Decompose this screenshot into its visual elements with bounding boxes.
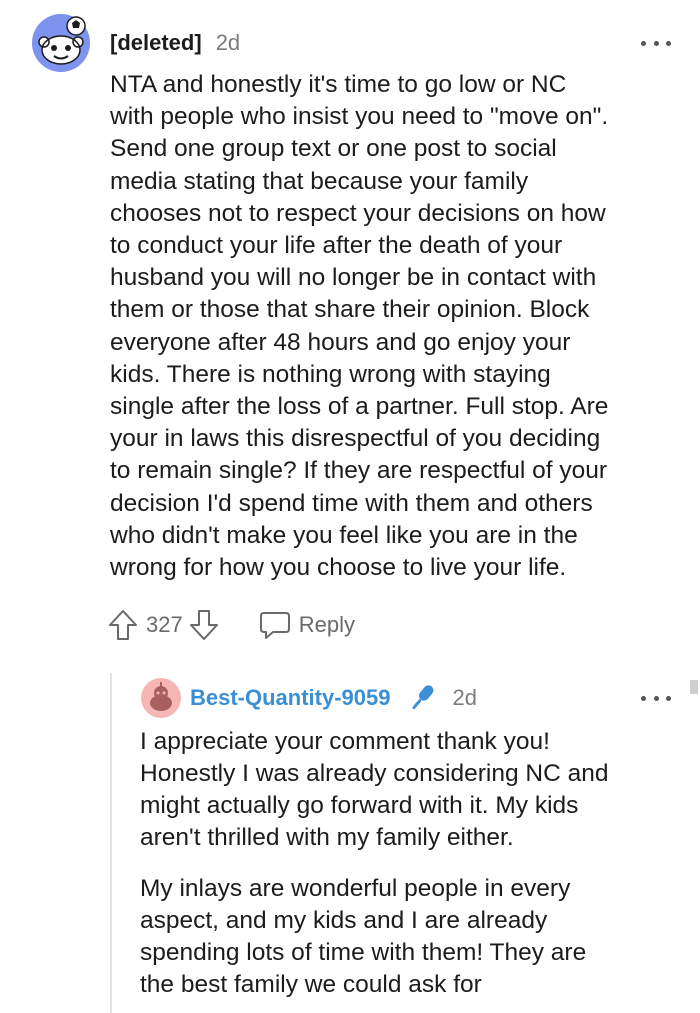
more-dot [641,40,646,46]
more-dot [641,695,646,701]
more-dot [653,695,659,701]
upvote-arrow-icon[interactable] [108,609,138,641]
comment-author[interactable]: [deleted] [110,30,202,56]
snoo-avatar-icon[interactable] [32,14,90,72]
thread-line[interactable] [110,673,112,1013]
more-dot [666,40,671,46]
comment-body: NTA and honestly it's time to go low or … [110,71,609,582]
microphone-icon [405,682,439,714]
reply-meta: Best-Quantity-9059 2d [190,682,477,714]
reply-author[interactable]: Best-Quantity-9059 [190,685,391,711]
user-avatar-icon[interactable] [141,678,181,718]
reply-paragraph-2: My inlays are wonderful people in every … [140,875,587,998]
comment-meta: [deleted] 2d [110,28,240,58]
reply-button[interactable]: Reply [259,610,355,640]
reply-paragraph-1: I appreciate your comment thank you! Hon… [140,728,609,851]
scrollbar-thumb[interactable] [690,680,698,694]
vote-score: 327 [146,612,183,637]
more-dot [653,40,659,46]
comment-actions: 327 Reply [108,606,355,644]
comment-age: 2d [215,30,241,55]
reply-more-options-button[interactable] [641,692,671,704]
comment-bubble-icon [259,610,291,640]
downvote-arrow-icon[interactable] [189,609,219,641]
reply-age: 2d [452,685,477,710]
comment-more-options-button[interactable] [641,37,671,49]
reply-label: Reply [298,612,355,637]
more-dot [666,695,671,701]
